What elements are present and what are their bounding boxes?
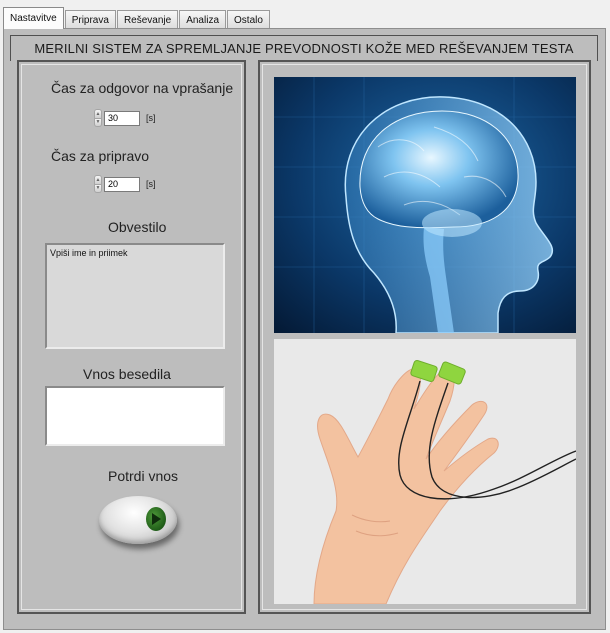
play-arrow-icon	[152, 513, 161, 525]
notice-display: Vpiši ime in priimek	[45, 243, 225, 349]
prep-time-spinner[interactable]: ▲ ▼	[94, 175, 102, 193]
brain-head-illustration	[274, 77, 576, 333]
increment-arrow-icon[interactable]: ▲	[94, 109, 102, 119]
answer-time-control: ▲ ▼ 30 [s]	[94, 109, 156, 127]
hand-electrode-illustration	[274, 339, 576, 604]
tab-bar: Nastavitve Priprava Reševanje Analiza Os…	[3, 7, 271, 29]
confirm-button[interactable]	[99, 496, 177, 544]
tab-ostalo[interactable]: Ostalo	[227, 10, 270, 29]
text-input-field[interactable]	[45, 386, 225, 446]
decrement-arrow-icon[interactable]: ▼	[94, 184, 102, 193]
confirm-label: Potrdi vnos	[108, 468, 179, 484]
answer-time-spinner[interactable]: ▲ ▼	[94, 109, 102, 127]
prep-time-input[interactable]: 20	[104, 176, 140, 192]
tab-panel: MERILNI SISTEM ZA SPREMLJANJE PREVODNOST…	[3, 28, 606, 630]
decrement-arrow-icon[interactable]: ▼	[94, 118, 102, 127]
tab-nastavitve[interactable]: Nastavitve	[3, 7, 64, 29]
increment-arrow-icon[interactable]: ▲	[94, 175, 102, 185]
text-input-label: Vnos besedila	[83, 366, 171, 382]
prep-time-label: Čas za pripravo	[51, 148, 150, 164]
hand-electrode-image	[274, 339, 576, 604]
tab-resevanje[interactable]: Reševanje	[116, 10, 179, 29]
notice-label: Obvestilo	[108, 219, 167, 235]
brain-head-image	[274, 77, 576, 333]
tab-analiza[interactable]: Analiza	[179, 10, 227, 29]
prep-time-unit: [s]	[146, 179, 156, 189]
page-title: MERILNI SISTEM ZA SPREMLJANJE PREVODNOST…	[10, 35, 598, 61]
answer-time-label: Čas za odgovor na vprašanje	[51, 80, 234, 96]
tab-priprava[interactable]: Priprava	[64, 10, 116, 29]
prep-time-control: ▲ ▼ 20 [s]	[94, 175, 156, 193]
answer-time-unit: [s]	[146, 113, 156, 123]
answer-time-input[interactable]: 30	[104, 110, 140, 126]
